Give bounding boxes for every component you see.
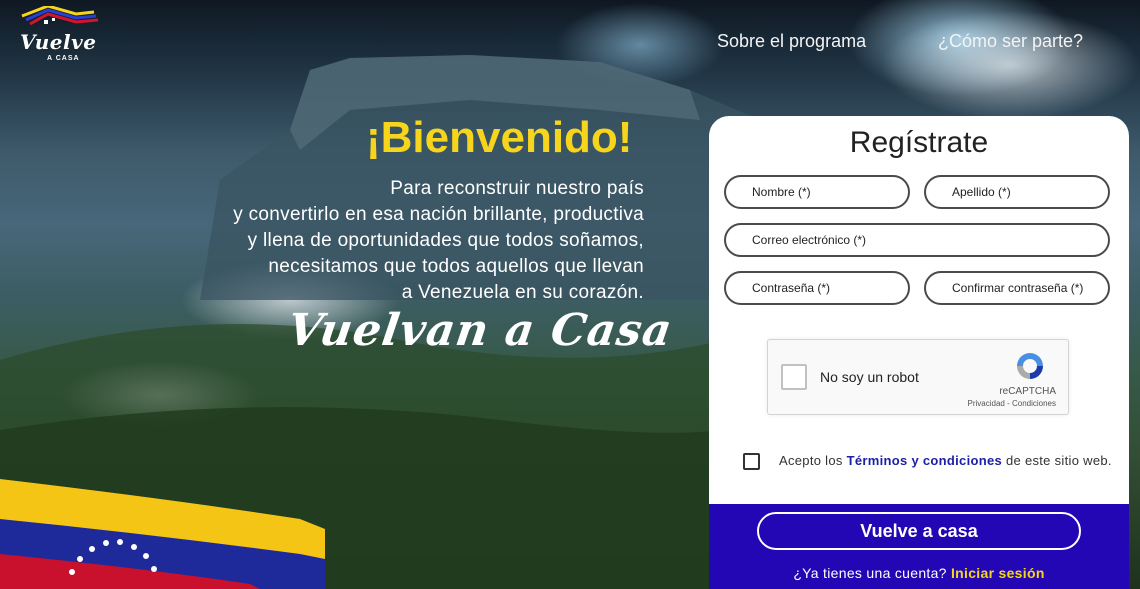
last-name-field[interactable]: Apellido (*) [924, 175, 1110, 209]
nav-link-about[interactable]: Sobre el programa [717, 31, 866, 52]
confirm-password-field[interactable]: Confirmar contraseña (*) [924, 271, 1110, 305]
intro-line: necesitamos que todos aquellos que lleva… [268, 256, 644, 277]
terms-prefix: Acepto los [779, 453, 843, 468]
intro-line: y llena de oportunidades que todos soñam… [247, 230, 644, 251]
account-question: ¿Ya tienes una cuenta? [793, 565, 947, 581]
intro-line: a Venezuela en su corazón. [401, 282, 644, 303]
submit-area: Vuelve a casa ¿Ya tienes una cuenta? Ini… [709, 504, 1129, 589]
login-link[interactable]: Iniciar sesión [951, 565, 1045, 581]
logo-subtitle: A CASA [47, 55, 80, 62]
submit-button[interactable]: Vuelve a casa [757, 512, 1081, 550]
house-roof-icon [21, 6, 99, 26]
first-name-field[interactable]: Nombre (*) [724, 175, 910, 209]
logo-title: Vuelve [20, 30, 97, 54]
registration-form: Regístrate Nombre (*) Apellido (*) Corre… [709, 116, 1129, 589]
slogan: Vuelvan a Casa [284, 305, 676, 356]
intro-line: y convertirlo en esa nación brillante, p… [233, 204, 644, 225]
recaptcha-logo-icon [1017, 353, 1043, 379]
terms-link[interactable]: Términos y condiciones [847, 453, 1002, 468]
logo[interactable]: Vuelve A CASA [18, 6, 102, 66]
intro-line: Para reconstruir nuestro país [390, 178, 644, 199]
recaptcha-label: No soy un robot [820, 369, 919, 385]
terms-checkbox[interactable] [743, 453, 760, 470]
terms-suffix: de este sitio web. [1005, 453, 1112, 468]
form-title: Regístrate [849, 126, 989, 159]
recaptcha-checkbox[interactable] [781, 364, 807, 390]
recaptcha-widget: No soy un robot reCAPTCHA Privacidad - C… [767, 339, 1069, 415]
nav-link-join[interactable]: ¿Cómo ser parte? [938, 31, 1083, 52]
welcome-heading: ¡Bienvenido! [366, 113, 633, 162]
recaptcha-brand: reCAPTCHA [999, 386, 1056, 397]
account-prompt: ¿Ya tienes una cuenta? Iniciar sesión [709, 565, 1129, 581]
terms-text: Acepto los Términos y condiciones de est… [779, 453, 1112, 468]
email-field[interactable]: Correo electrónico (*) [724, 223, 1110, 257]
recaptcha-links[interactable]: Privacidad - Condiciones [968, 399, 1057, 408]
password-field[interactable]: Contraseña (*) [724, 271, 910, 305]
intro-text: Para reconstruir nuestro país y converti… [164, 176, 644, 306]
venezuela-flag-ribbon [0, 479, 325, 589]
